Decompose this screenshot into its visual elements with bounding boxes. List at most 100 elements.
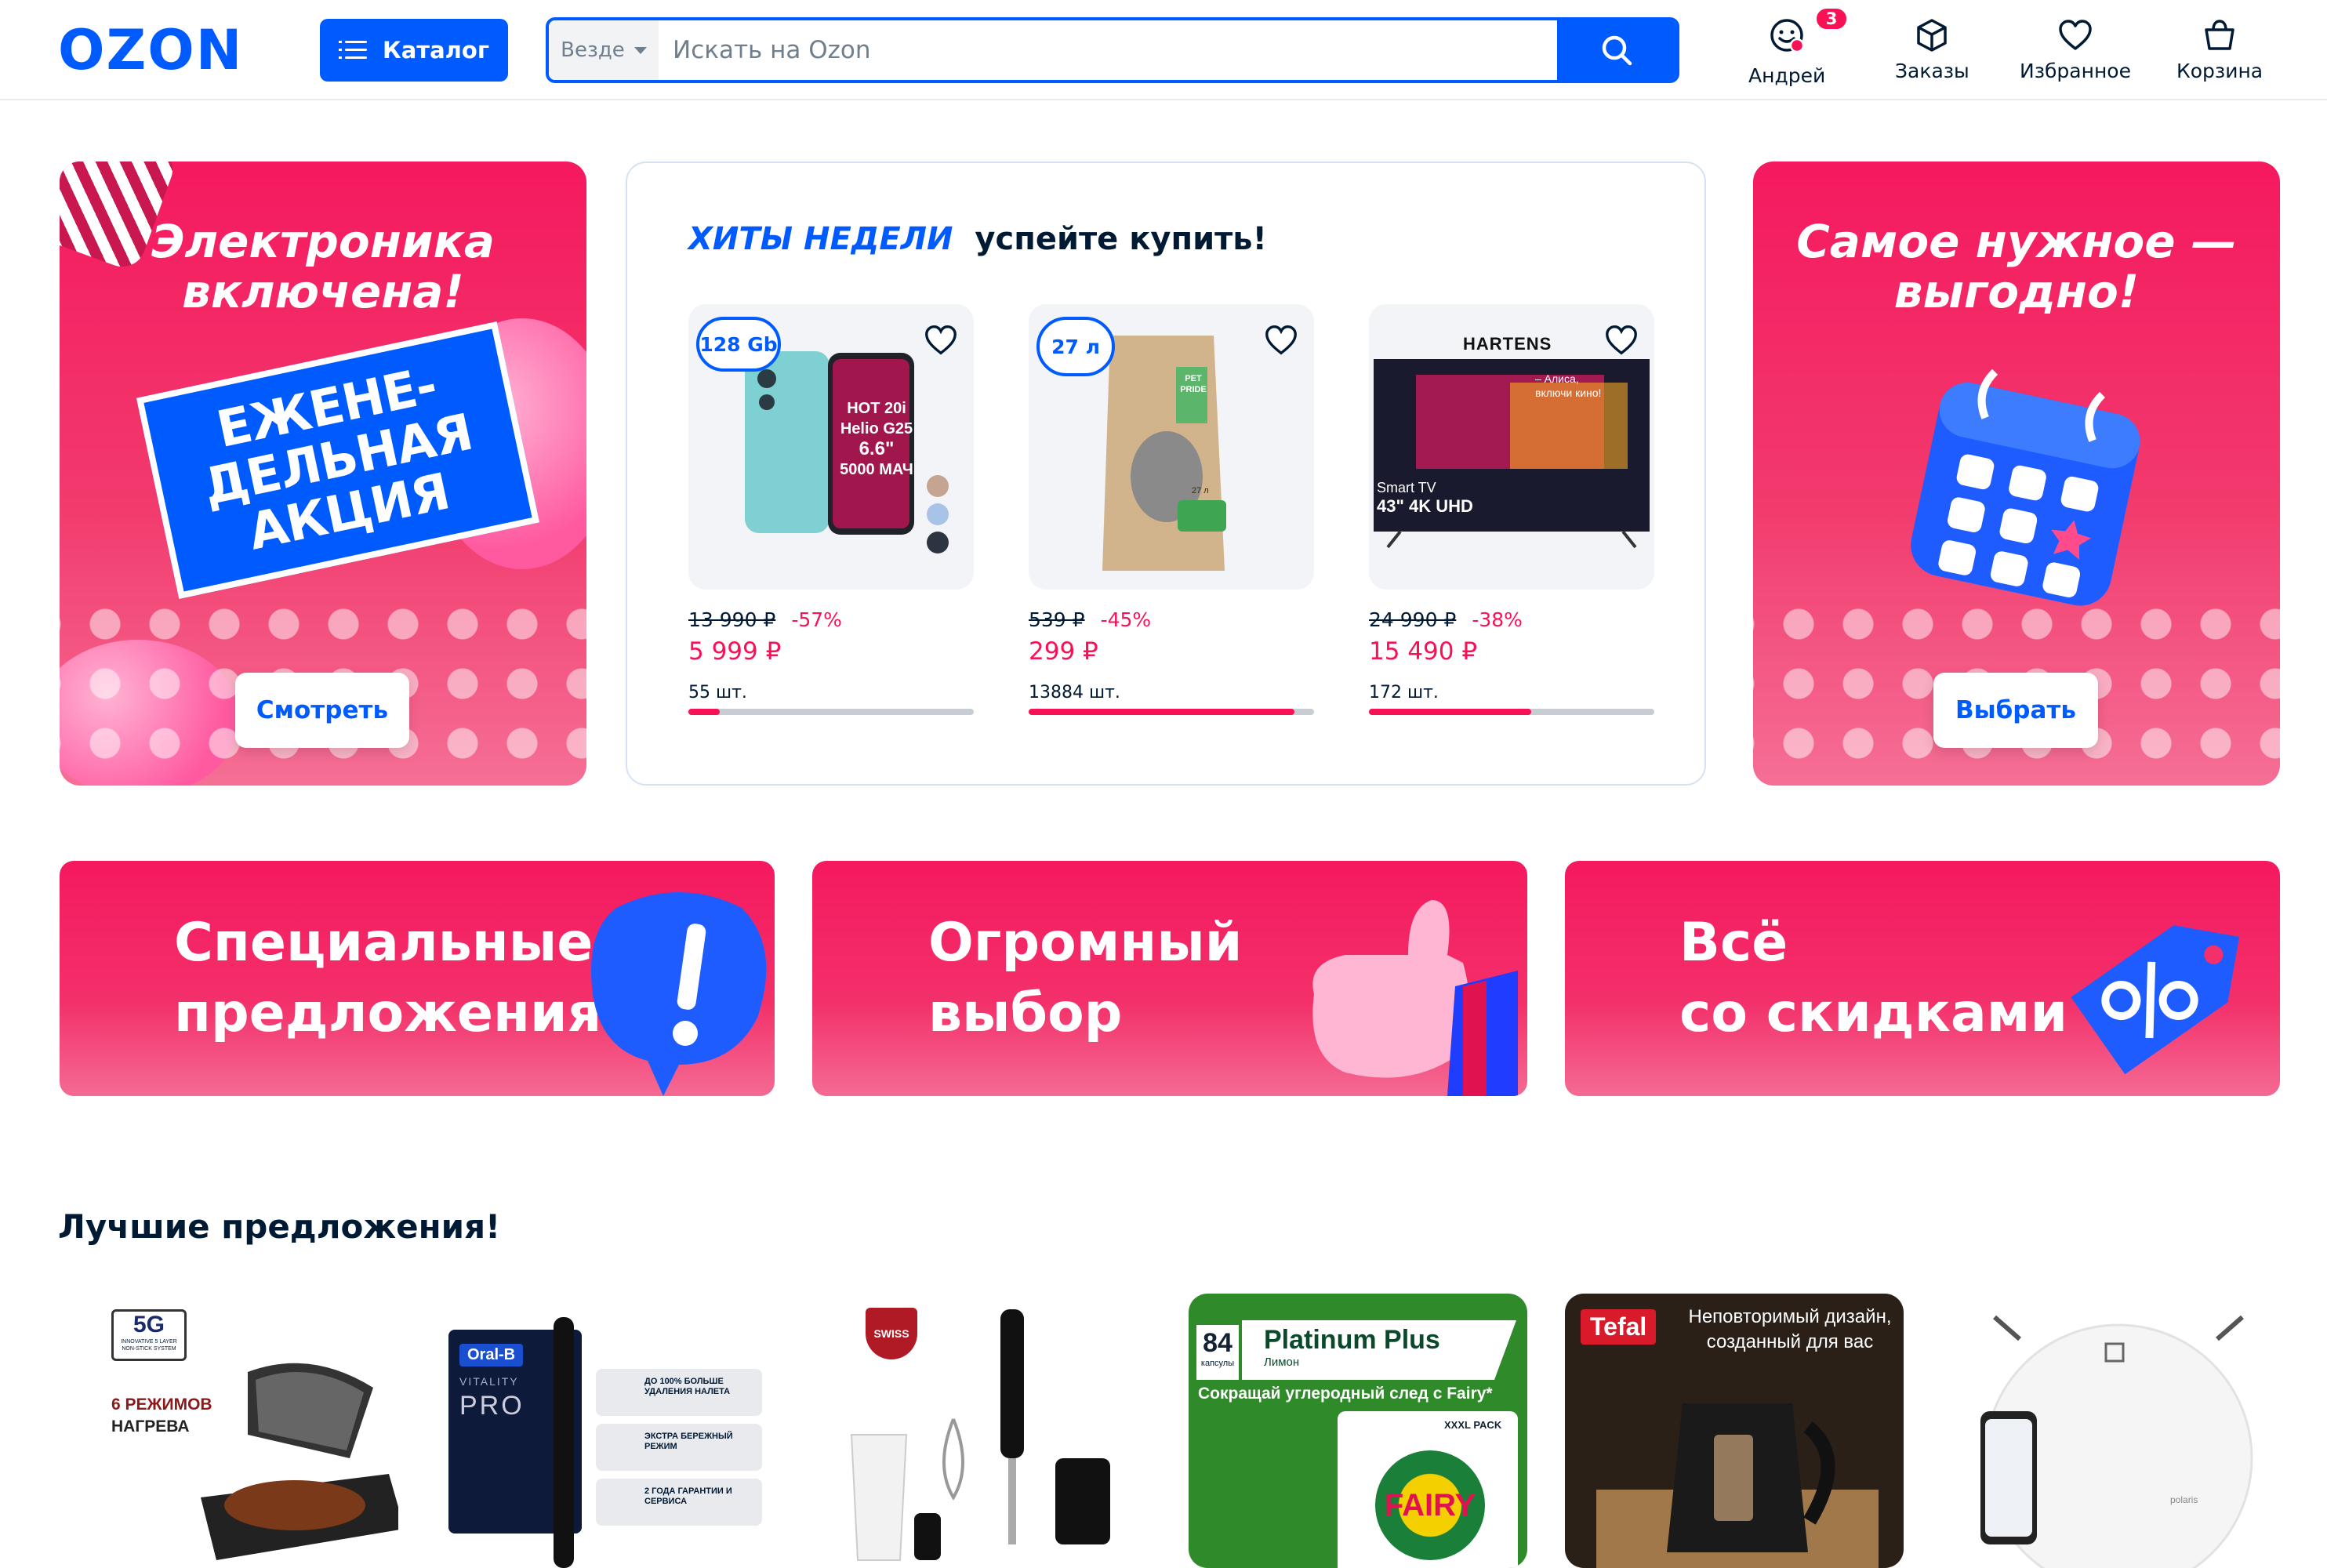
- catalog-button[interactable]: Каталог: [320, 19, 508, 82]
- tile-title-line: Огромный: [928, 912, 1243, 974]
- product-name-plate: Platinum Plus Лимон: [1242, 1320, 1516, 1380]
- stock-bar-fill: [1369, 709, 1532, 715]
- product-name: Platinum Plus: [1264, 1325, 1440, 1355]
- price-row: 539 ₽ -45%: [1029, 608, 1314, 631]
- search-button[interactable]: [1557, 20, 1676, 80]
- search-input[interactable]: [659, 20, 1557, 80]
- catalog-label: Каталог: [383, 37, 489, 64]
- price-row: 24 990 ₽ -38%: [1369, 608, 1654, 631]
- favorite-heart-icon[interactable]: [1262, 321, 1300, 359]
- image-text-line: 43" 4K UHD: [1377, 496, 1473, 516]
- offer-card-toothbrush[interactable]: Oral-B VITALITY PRO ДО 100% БОЛЬШЕ УДАЛЕ…: [436, 1294, 775, 1568]
- tile-all-discounts[interactable]: Всё со скидками: [1565, 861, 2280, 1096]
- best-offers-title: Лучшие предложения!: [58, 1207, 501, 1246]
- tv-brand: HARTENS: [1463, 334, 1552, 354]
- kettle-slogan: Неповторимый дизайн, созданный для вас: [1684, 1305, 1896, 1355]
- nav-cart[interactable]: Корзина: [2176, 16, 2263, 82]
- hits-header: ХИТЫ НЕДЕЛИ успейте купить!: [688, 221, 1267, 257]
- search-scope-dropdown[interactable]: Везде: [549, 20, 659, 80]
- price-row: 13 990 ₽ -57%: [688, 608, 974, 631]
- image-volume-text: 27 л: [1192, 486, 1209, 495]
- caret-down-icon: [633, 46, 647, 54]
- product-card[interactable]: PET PRIDE 27 л 27 л 539 ₽ -45% 299 ₽ 138…: [1029, 304, 1314, 715]
- tefal-logo: Tefal: [1581, 1309, 1657, 1345]
- image-text-line: включи кино!: [1535, 387, 1602, 399]
- profile-icon-wrap: 3: [1767, 6, 1850, 60]
- fairy-logo: FAIRY: [1375, 1450, 1485, 1560]
- product-card[interactable]: HOT 20i Helio G25 6.6" 5000 МАЧ 128 Gb 1…: [688, 304, 974, 715]
- nav-cart-label: Корзина: [2176, 60, 2263, 82]
- image-text-line: Smart TV: [1377, 480, 1436, 495]
- image-text-line: Helio G25: [840, 420, 913, 437]
- discount: -38%: [1472, 608, 1523, 631]
- polaris-logo: polaris: [2170, 1494, 2198, 1505]
- tile-title: Огромный выбор: [928, 908, 1242, 1049]
- stock-quantity: 13884 шт.: [1029, 683, 1120, 702]
- feature-pill: 2 ГОДА ГАРАНТИИ И СЕРВИСА: [596, 1479, 762, 1526]
- product-card[interactable]: HARTENS – Алиса, включи кино! Smart TV 4…: [1369, 304, 1654, 715]
- see-button[interactable]: Смотреть: [235, 673, 409, 748]
- offer-card-robot-vacuum[interactable]: polaris: [1941, 1294, 2280, 1568]
- image-text-line: 6.6": [859, 438, 895, 459]
- product-image[interactable]: HOT 20i Helio G25 6.6" 5000 МАЧ 128 Gb: [688, 304, 974, 590]
- blender-image: [850, 1309, 1110, 1561]
- current-price: 5 999 ₽: [688, 637, 782, 666]
- nav-favorites[interactable]: Избранное: [2020, 16, 2131, 82]
- banner-title: Самое нужное — выгодно!: [1753, 216, 2280, 317]
- notification-badge: 3: [1814, 6, 1850, 31]
- hits-subtitle: успейте купить!: [975, 221, 1267, 257]
- favorite-heart-icon[interactable]: [1603, 321, 1640, 359]
- offer-card-fairy[interactable]: 84 капсулы Platinum Plus Лимон Сокращай …: [1189, 1294, 1527, 1568]
- tv-specs: Smart TV 43" 4K UHD: [1377, 478, 1473, 516]
- promo-banner-essentials[interactable]: Самое нужное — выгодно! Выбрать: [1753, 162, 2280, 786]
- box-line: PRO: [459, 1391, 525, 1421]
- choose-button[interactable]: Выбрать: [1933, 673, 2098, 748]
- tile-title-line: со скидками: [1679, 982, 2067, 1044]
- eco-slogan: Сокращай углеродный след с Fairy*: [1198, 1385, 1493, 1403]
- banner-title-line: Электроника: [151, 215, 495, 268]
- image-text-line: PRIDE: [1180, 385, 1207, 394]
- tile-title-line: Специальные: [174, 912, 594, 974]
- image-text-line: 5000 МАЧ: [840, 461, 913, 478]
- weekly-promo-sticker: ЕЖЕНЕ- ДЕЛЬНАЯ АКЦИЯ: [136, 321, 540, 599]
- offer-card-grill[interactable]: 5G INNOVATIVE 5 LAYER NON-STICK SYSTEM 6…: [60, 1294, 398, 1568]
- tv-slogan: – Алиса, включи кино!: [1535, 372, 1601, 400]
- promo-banner-electronics[interactable]: Электроника включена! ЕЖЕНЕ- ДЕЛЬНАЯ АКЦ…: [60, 162, 586, 786]
- product-image-text: HOT 20i Helio G25 6.6" 5000 МАЧ: [839, 398, 914, 480]
- capsule-count: 84 капсулы: [1196, 1325, 1239, 1380]
- banner-title-line: включена!: [182, 265, 464, 318]
- offer-card-blender[interactable]: SWISS: [812, 1294, 1151, 1568]
- stock-quantity: 172 шт.: [1369, 683, 1439, 702]
- banner-title-line: Самое нужное —: [1796, 215, 2237, 268]
- pack-size: XXXL PACK: [1444, 1419, 1502, 1431]
- thumbs-up-icon: [1312, 900, 1518, 1096]
- storage-chip: 128 Gb: [696, 317, 781, 372]
- stock-bar-fill: [688, 709, 721, 715]
- discount: -57%: [791, 608, 842, 631]
- stock-quantity: 55 шт.: [688, 683, 747, 702]
- nav-profile[interactable]: 3 Андрей: [1748, 6, 1850, 87]
- favorite-heart-icon[interactable]: [922, 321, 960, 359]
- ozon-logo[interactable]: OZON: [58, 20, 243, 80]
- nav-favorites-label: Избранное: [2020, 60, 2131, 82]
- nav-orders-label: Заказы: [1895, 60, 1969, 82]
- tile-huge-choice[interactable]: Огромный выбор: [812, 861, 1527, 1096]
- image-text-line: HOT 20i: [847, 400, 906, 417]
- stock-bar: [1029, 709, 1314, 715]
- toothbrush-handle: [554, 1317, 574, 1568]
- stock-bar: [688, 709, 974, 715]
- offer-card-kettle[interactable]: Tefal Неповторимый дизайн, созданный для…: [1565, 1294, 1904, 1568]
- basket-icon: [2205, 20, 2234, 50]
- nav-orders[interactable]: Заказы: [1895, 16, 1969, 82]
- old-price: 539 ₽: [1029, 608, 1085, 631]
- weekly-hits-panel: ХИТЫ НЕДЕЛИ успейте купить! HOT 20i Heli…: [626, 162, 1706, 786]
- product-image[interactable]: HARTENS – Алиса, включи кино! Smart TV 4…: [1369, 304, 1654, 590]
- menu-icon: [339, 39, 368, 61]
- profile-icon: [1770, 19, 1805, 53]
- product-image[interactable]: PET PRIDE 27 л 27 л: [1029, 304, 1314, 590]
- tile-title: Специальные предложения: [174, 908, 601, 1049]
- tile-special-offers[interactable]: Специальные предложения: [60, 861, 775, 1096]
- search-bar: Везде: [546, 17, 1679, 83]
- heart-icon: [2059, 20, 2092, 50]
- current-price: 15 490 ₽: [1369, 637, 1478, 666]
